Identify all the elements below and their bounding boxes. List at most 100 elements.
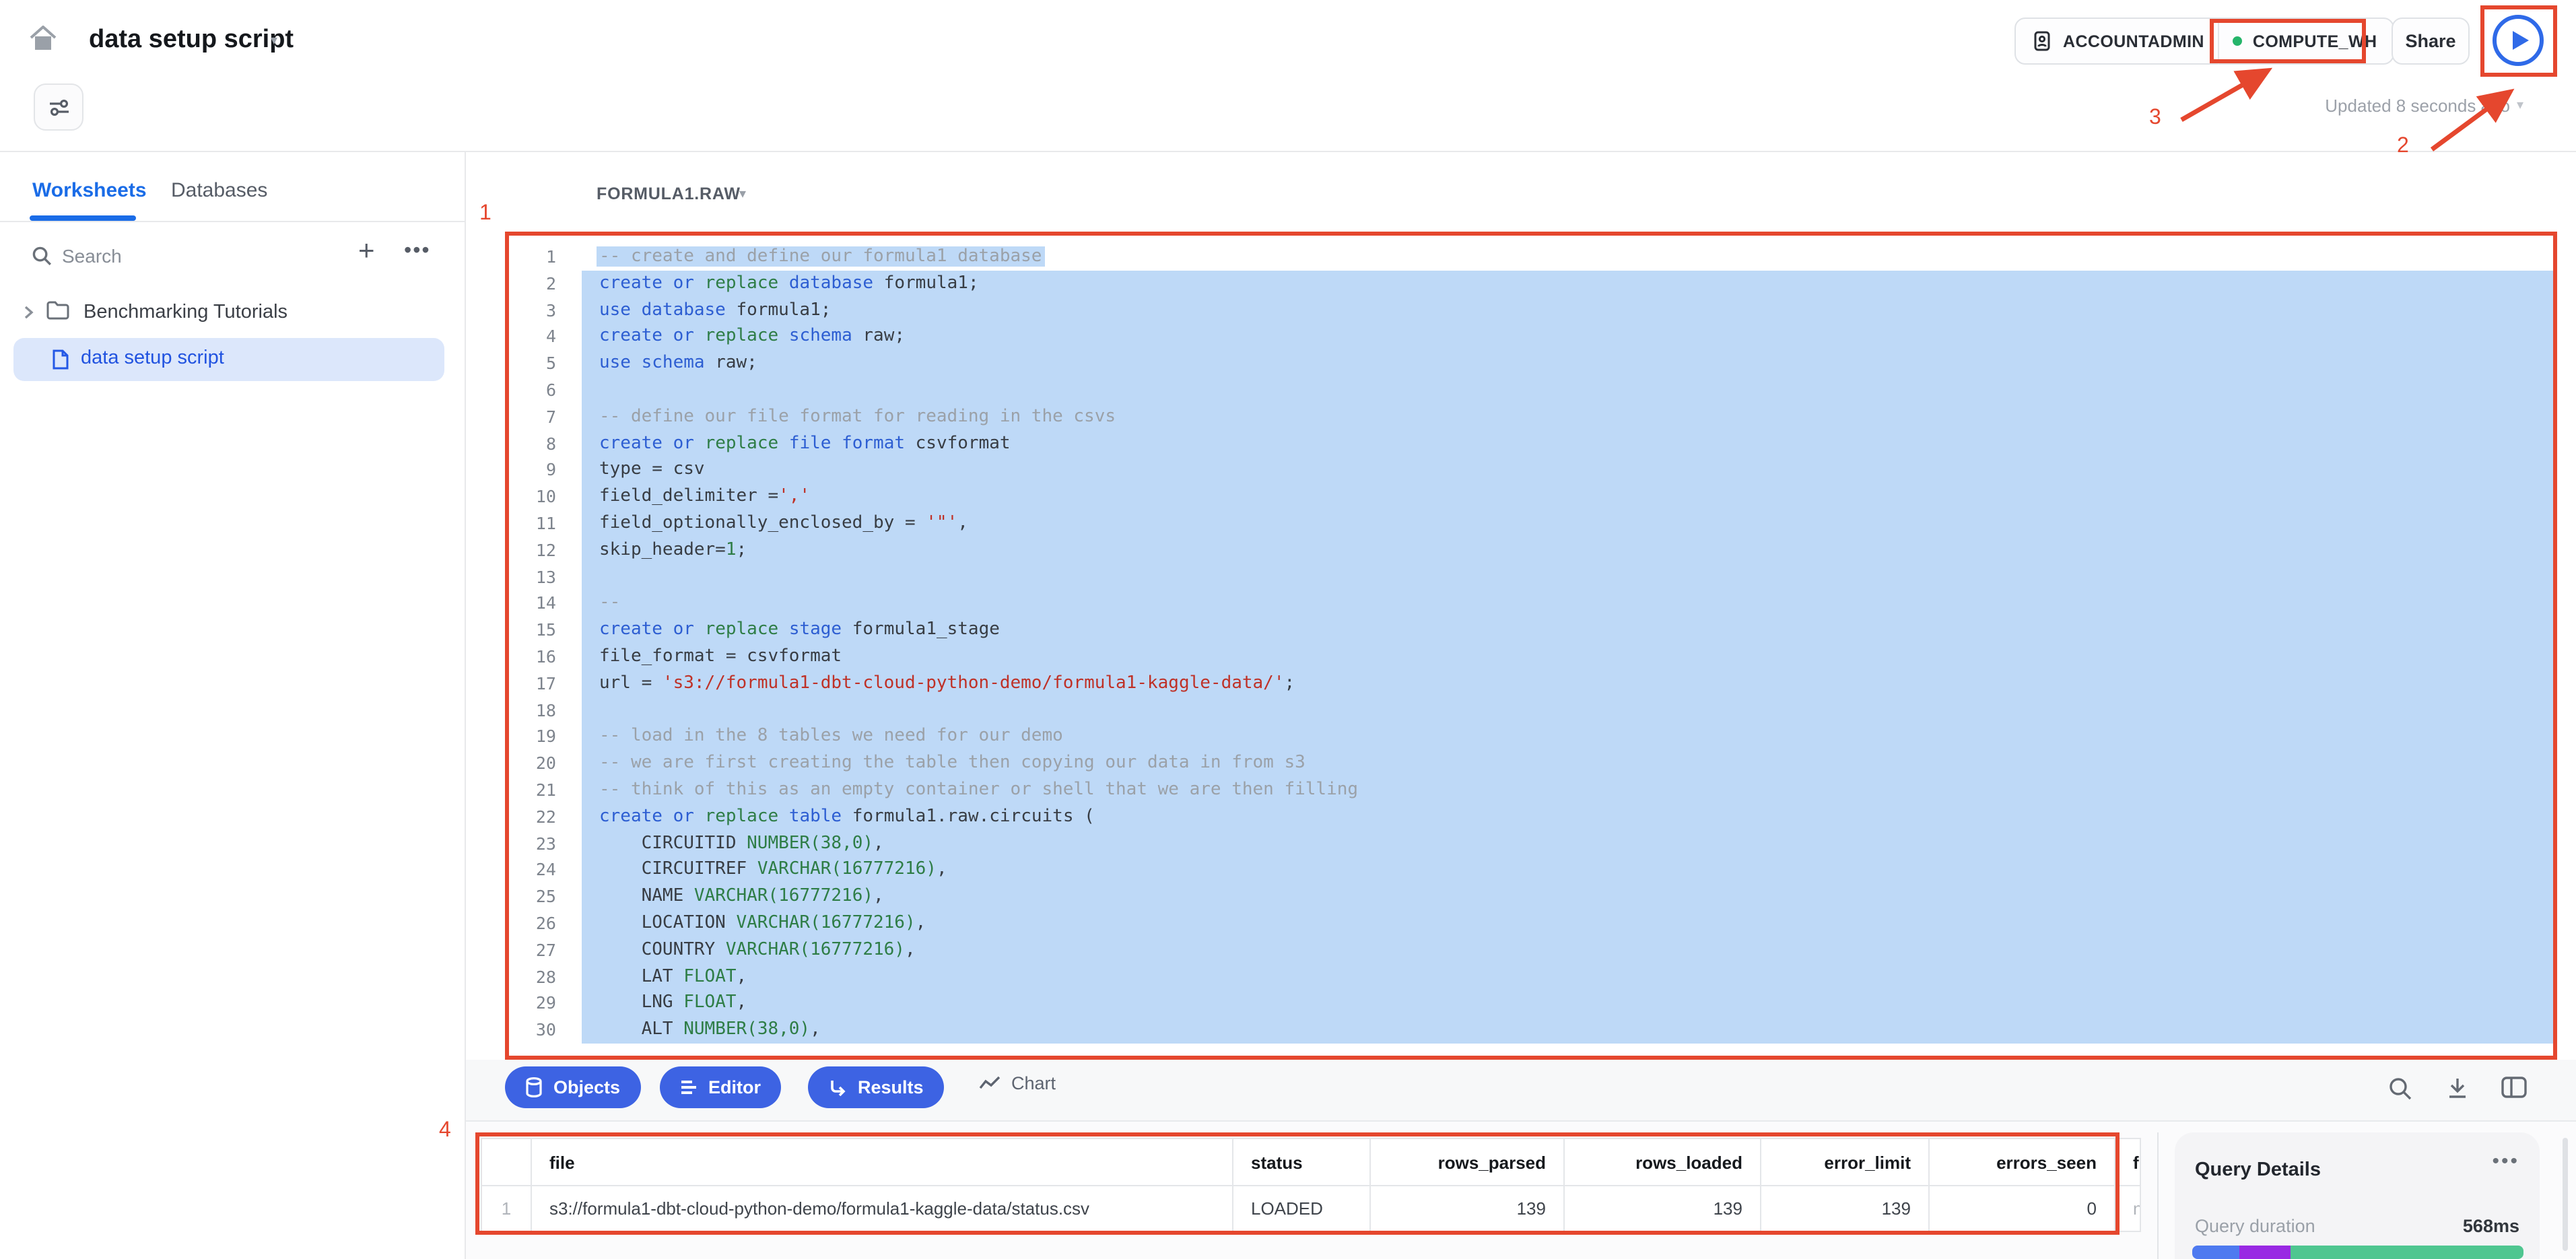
column-header[interactable]: error_limit [1761, 1139, 1930, 1185]
code-line[interactable]: -- think of this as an empty container o… [582, 777, 2553, 804]
editor-lines-icon [680, 1079, 698, 1096]
table-cell[interactable]: 0 [1930, 1186, 2115, 1231]
code-line[interactable]: LNG FLOAT, [582, 990, 2553, 1017]
worksheet-title[interactable]: data setup script [89, 26, 294, 55]
line-number: 23 [510, 830, 556, 857]
chevron-right-icon[interactable] [22, 304, 35, 320]
table-cell[interactable]: s3://formula1-dbt-cloud-python-demo/form… [532, 1186, 1233, 1231]
code-line[interactable]: -- we are first creating the table then … [582, 750, 2553, 777]
annotation-label-3: 3 [2149, 106, 2161, 131]
column-header[interactable]: rows_parsed [1371, 1139, 1565, 1185]
line-number: 8 [510, 430, 556, 457]
query-details-panel: Query Details ••• Query duration 568ms [2175, 1132, 2540, 1259]
editor-toggle[interactable]: Editor [660, 1066, 781, 1108]
objects-toggle[interactable]: Objects [505, 1066, 640, 1108]
updated-status[interactable]: Updated 8 seconds ago ▾ [2325, 96, 2523, 116]
header-divider [0, 151, 2576, 152]
code-line[interactable]: type = csv [582, 457, 2553, 484]
role-label[interactable]: ACCOUNTADMIN [2063, 32, 2204, 50]
code-line[interactable]: skip_header=1; [582, 537, 2553, 564]
code-line[interactable]: NAME VARCHAR(16777216), [582, 883, 2553, 910]
results-toggle[interactable]: Results [808, 1066, 944, 1108]
warehouse-label[interactable]: COMPUTE_WH [2253, 32, 2377, 50]
column-header[interactable]: status [1233, 1139, 1371, 1185]
code-line[interactable]: file_format = csvformat [582, 644, 2553, 671]
sidebar-item-selected-bg[interactable] [13, 338, 444, 381]
duration-bar-segment [2192, 1246, 2239, 1259]
line-number: 20 [510, 750, 556, 777]
code-line[interactable] [582, 697, 2553, 724]
line-number: 28 [510, 963, 556, 990]
context-selector[interactable]: ACCOUNTADMIN COMPUTE_WH [2014, 18, 2394, 65]
code-line[interactable]: -- create and define our formula1 databa… [582, 244, 2553, 271]
home-icon[interactable] [27, 23, 59, 55]
download-icon[interactable] [2445, 1076, 2470, 1101]
line-number: 29 [510, 990, 556, 1017]
table-cell[interactable]: LOADED [1233, 1186, 1371, 1231]
sidebar-item-data-setup-script[interactable]: data setup script [81, 347, 224, 369]
filters-button[interactable] [34, 83, 83, 131]
sidebar-more-button[interactable]: ••• [404, 240, 431, 264]
duration-bar-segment [2239, 1246, 2290, 1259]
code-line[interactable]: CIRCUITID NUMBER(38,0), [582, 830, 2553, 857]
line-number: 26 [510, 910, 556, 937]
code-area[interactable]: -- create and define our formula1 databa… [582, 244, 2553, 1044]
share-button[interactable]: Share [2392, 18, 2470, 65]
search-input[interactable]: Search [62, 245, 122, 267]
code-line[interactable]: LAT FLOAT, [582, 963, 2553, 990]
table-cell[interactable]: 139 [1761, 1186, 1930, 1231]
table-cell[interactable]: 139 [1565, 1186, 1761, 1231]
results-table[interactable]: filestatusrows_parsedrows_loadederror_li… [481, 1138, 2141, 1232]
line-number: 21 [510, 777, 556, 804]
split-columns-icon[interactable] [2501, 1076, 2528, 1099]
query-duration-bar [2192, 1246, 2523, 1259]
new-worksheet-button[interactable]: + [358, 237, 375, 265]
column-header[interactable]: rows_loaded [1565, 1139, 1761, 1185]
code-line[interactable]: create or replace table formula1.raw.cir… [582, 803, 2553, 830]
line-number: 5 [510, 350, 556, 377]
line-number: 17 [510, 671, 556, 697]
code-line[interactable]: LOCATION VARCHAR(16777216), [582, 910, 2553, 937]
worksheet-context-selector[interactable]: FORMULA1.RAW [597, 184, 741, 203]
code-line[interactable]: ALT NUMBER(38,0), [582, 1017, 2553, 1044]
code-line[interactable]: -- define our file format for reading in… [582, 404, 2553, 431]
code-line[interactable]: CIRCUITREF VARCHAR(16777216), [582, 857, 2553, 884]
code-line[interactable]: create or replace stage formula1_stage [582, 617, 2553, 644]
title-dropdown-caret[interactable]: ▾ [271, 35, 277, 48]
table-cell[interactable]: n [2115, 1186, 2141, 1231]
table-cell[interactable]: 139 [1371, 1186, 1565, 1231]
code-line[interactable]: -- [582, 590, 2553, 617]
code-line[interactable]: create or replace database formula1; [582, 271, 2553, 298]
annotation-label-4: 4 [439, 1119, 451, 1143]
code-line[interactable]: url = 's3://formula1-dbt-cloud-python-de… [582, 671, 2553, 697]
chart-line-icon [979, 1075, 1001, 1091]
line-number: 14 [510, 590, 556, 617]
sidebar-folder-benchmarking-tutorials[interactable]: Benchmarking Tutorials [83, 302, 287, 323]
search-icon [31, 245, 53, 267]
query-details-menu-icon[interactable]: ••• [2492, 1150, 2519, 1173]
code-line[interactable] [582, 564, 2553, 590]
column-header[interactable]: file [532, 1139, 1233, 1185]
updated-text: Updated 8 seconds ago [2325, 96, 2510, 116]
code-line[interactable]: COUNTRY VARCHAR(16777216), [582, 937, 2553, 963]
context-caret-icon[interactable]: ▾ [739, 189, 746, 202]
tab-worksheets[interactable]: Worksheets [32, 179, 147, 202]
vertical-scrollbar[interactable] [2563, 1138, 2568, 1251]
run-button[interactable] [2493, 15, 2544, 66]
column-header[interactable]: fi [2115, 1139, 2141, 1185]
code-line[interactable]: use database formula1; [582, 297, 2553, 324]
tab-databases[interactable]: Databases [171, 179, 267, 202]
code-line[interactable]: -- load in the 8 tables we need for our … [582, 724, 2553, 751]
table-row[interactable]: 1 s3://formula1-dbt-cloud-python-demo/fo… [482, 1186, 2140, 1231]
folder-icon [46, 300, 70, 320]
code-line[interactable] [582, 377, 2553, 404]
line-number: 15 [510, 617, 556, 644]
chart-toggle[interactable]: Chart [979, 1073, 1056, 1093]
code-line[interactable]: field_delimiter =',' [582, 483, 2553, 510]
code-line[interactable]: create or replace schema raw; [582, 324, 2553, 351]
code-line[interactable]: use schema raw; [582, 350, 2553, 377]
code-line[interactable]: field_optionally_enclosed_by = '"', [582, 510, 2553, 537]
code-line[interactable]: create or replace file format csvformat [582, 430, 2553, 457]
column-header[interactable]: errors_seen [1930, 1139, 2115, 1185]
search-results-icon[interactable] [2387, 1076, 2413, 1101]
